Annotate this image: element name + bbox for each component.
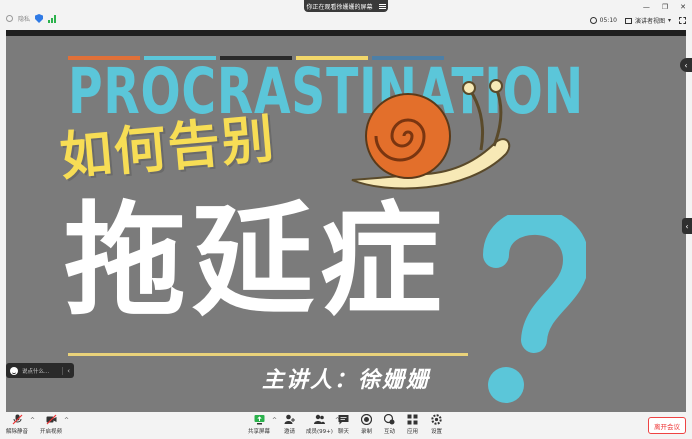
chevron-up-icon[interactable]: ^ — [272, 417, 277, 424]
invite-button[interactable]: 邀请 — [284, 414, 295, 435]
window-controls: — ❐ ✕ — [643, 3, 686, 11]
screen-share-notice[interactable]: 你正在观看徐姗姗的屏幕 — [304, 0, 388, 12]
share-screen-button[interactable]: 共享屏幕 ^ — [248, 414, 277, 435]
interact-button[interactable]: 互动 — [384, 414, 395, 435]
camera-icon — [46, 414, 56, 425]
chevron-left-icon[interactable]: ‹ — [62, 366, 70, 375]
speaker-name: 主讲人：徐姗姗 — [262, 368, 431, 393]
divider — [68, 353, 468, 356]
meeting-window: 隐私 你正在观看徐姗姗的屏幕 — ❐ ✕ 05:10 演讲者视图 ▾ PROCR… — [0, 0, 692, 439]
minimize-icon[interactable]: — — [643, 3, 650, 11]
shield-icon[interactable] — [35, 14, 44, 23]
chat-icon — [338, 415, 349, 425]
video-button[interactable]: 开启视频 ^ — [40, 414, 69, 435]
collapse-right-icon[interactable]: ‹ — [680, 58, 692, 72]
members-label: 成员(99+) — [306, 429, 333, 435]
expand-sidebar-icon[interactable]: ‹ — [682, 218, 692, 234]
shared-screen-top-border — [6, 30, 686, 36]
interact-icon — [384, 414, 395, 425]
title-line-2: 拖延症 — [64, 190, 448, 332]
interact-label: 互动 — [384, 429, 396, 435]
chat-button[interactable]: 聊天 — [338, 414, 349, 435]
add-user-icon — [284, 414, 295, 424]
chat-input[interactable]: 说点什么... — [22, 367, 58, 375]
snail-icon — [351, 79, 511, 190]
shared-screen: PROCRASTINATION 如何告别 拖延症 主讲人：徐姗姗 — [6, 30, 686, 412]
meeting-time: 05:10 — [599, 17, 617, 24]
top-bar: 隐私 你正在观看徐姗姗的屏幕 — ❐ ✕ 05:10 演讲者视图 ▾ — [0, 0, 692, 30]
top-right-controls: 05:10 演讲者视图 ▾ — [589, 16, 686, 25]
share-screen-icon — [254, 415, 264, 425]
invite-label: 邀请 — [284, 429, 296, 435]
meeting-timer: 05:10 — [589, 17, 617, 24]
record-icon — [361, 414, 372, 425]
layout-icon — [624, 17, 632, 24]
menu-icon[interactable] — [378, 3, 386, 9]
question-mark-icon — [483, 215, 586, 403]
gear-icon — [431, 414, 442, 425]
view-mode-button[interactable]: 演讲者视图 ▾ — [624, 16, 671, 25]
meeting-status: 隐私 — [6, 14, 57, 23]
apps-button[interactable]: 应用 — [407, 414, 418, 435]
apps-icon — [407, 414, 418, 425]
apps-label: 应用 — [407, 429, 419, 435]
emoji-icon[interactable] — [10, 366, 18, 375]
bottom-toolbar: 解除静音 ^ 开启视频 ^ 共享屏幕 ^ 邀请 成员(99+) ^ 聊天 录制 … — [0, 412, 692, 439]
settings-button[interactable]: 设置 — [431, 414, 442, 435]
view-mode-label: 演讲者视图 — [634, 18, 665, 25]
share-notice-text: 你正在观看徐姗姗的屏幕 — [306, 3, 373, 11]
record-button[interactable]: 录制 — [361, 414, 372, 435]
settings-label: 设置 — [431, 429, 443, 435]
chevron-up-icon[interactable]: ^ — [30, 417, 35, 424]
users-icon — [313, 414, 325, 424]
share-label: 共享屏幕 — [248, 429, 271, 435]
mute-label: 解除静音 — [6, 429, 29, 435]
video-label: 开启视频 — [40, 429, 63, 435]
members-button[interactable]: 成员(99+) ^ — [306, 414, 340, 435]
mute-button[interactable]: 解除静音 ^ — [6, 414, 35, 435]
fullscreen-icon[interactable] — [679, 17, 686, 24]
chat-label: 聊天 — [338, 429, 350, 435]
chat-input-bar[interactable]: 说点什么... ‹ — [6, 363, 74, 378]
close-icon[interactable]: ✕ — [680, 3, 686, 11]
chevron-down-icon: ▾ — [667, 17, 671, 24]
info-icon[interactable] — [6, 15, 13, 22]
signal-icon[interactable] — [48, 14, 57, 23]
leave-meeting-button[interactable]: 离开会议 — [648, 417, 686, 434]
microphone-icon — [12, 414, 22, 425]
clock-icon — [589, 17, 597, 24]
maximize-icon[interactable]: ❐ — [662, 3, 668, 11]
record-label: 录制 — [361, 429, 373, 435]
status-label: 隐私 — [18, 16, 31, 23]
chevron-up-icon[interactable]: ^ — [64, 417, 69, 424]
